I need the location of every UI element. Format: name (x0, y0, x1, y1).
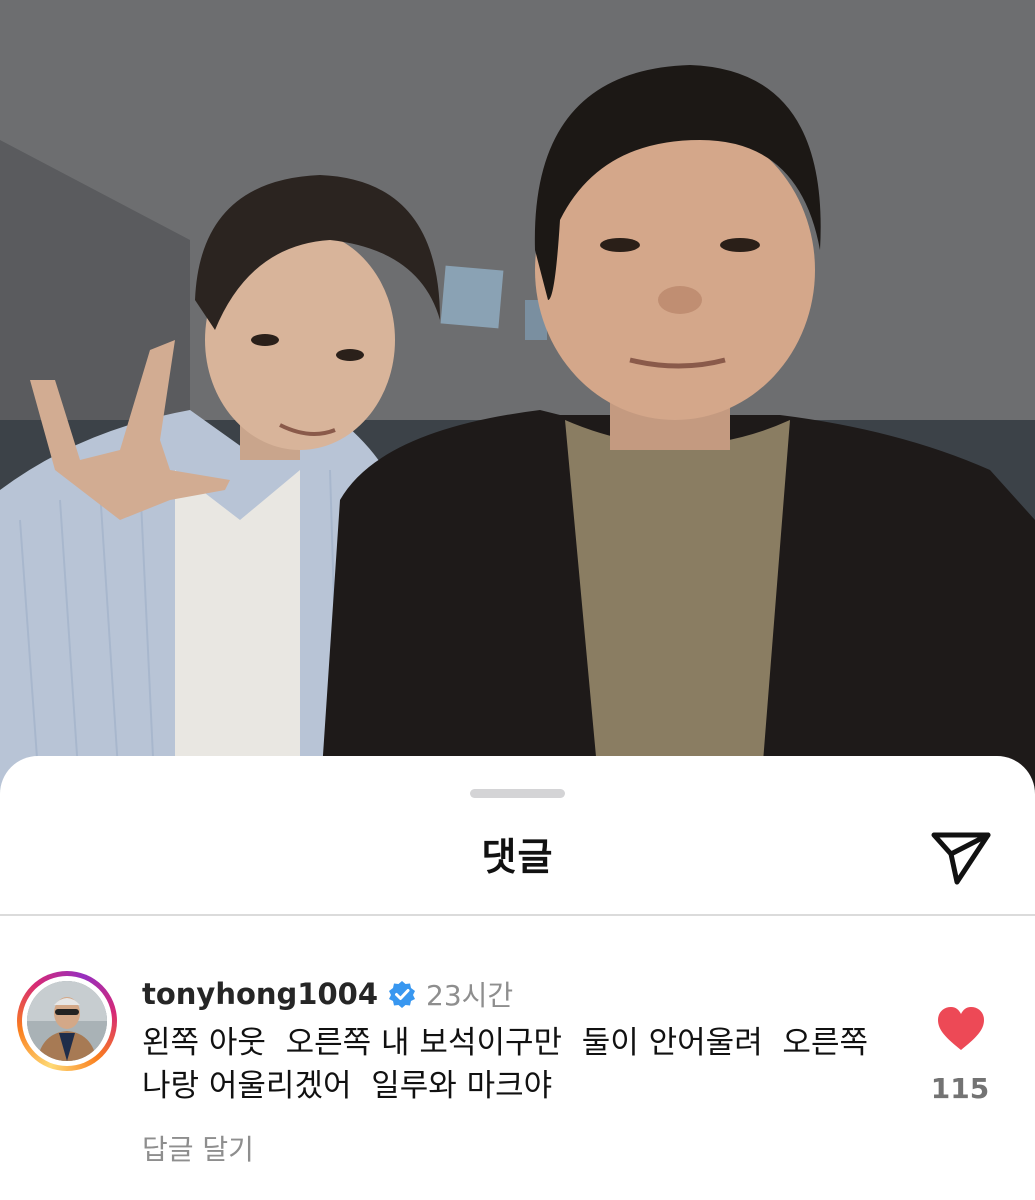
paper-plane-icon (931, 832, 991, 885)
heart-icon (938, 1007, 984, 1050)
like-count: 115 (930, 1072, 990, 1105)
comment-text: 왼쪽 아웃 오른쪽 내 보석이구만 둘이 안어울려 오른쪽 나랑 어울리겠어 일… (142, 1025, 888, 1104)
reply-button[interactable]: 답글 달기 (142, 1128, 254, 1168)
like-button[interactable] (936, 1006, 986, 1052)
comment-timestamp: 23시간 (426, 979, 514, 1012)
verified-badge-icon (389, 981, 416, 1008)
comment-username[interactable]: tonyhong1004 (142, 977, 378, 1011)
photo-illustration (0, 0, 1035, 800)
comment-header: tonyhong1004 23시간 (142, 974, 513, 1014)
avatar (27, 981, 107, 1061)
avatar-image (27, 981, 107, 1061)
post-photo (0, 0, 1035, 800)
story-ring-avatar[interactable] (17, 971, 117, 1071)
share-button[interactable] (926, 826, 996, 890)
sheet-grabber[interactable] (470, 789, 565, 798)
instagram-comments-screen: 댓글 tonyhong1004 23시간 왼쪽 아웃 오른쪽 내 보석이구만 둘… (0, 0, 1035, 1200)
sheet-title: 댓글 (481, 835, 554, 879)
comments-sheet: 댓글 tonyhong1004 23시간 왼쪽 아웃 오른쪽 내 보석이구만 둘… (0, 756, 1035, 1200)
sheet-divider (0, 914, 1035, 916)
